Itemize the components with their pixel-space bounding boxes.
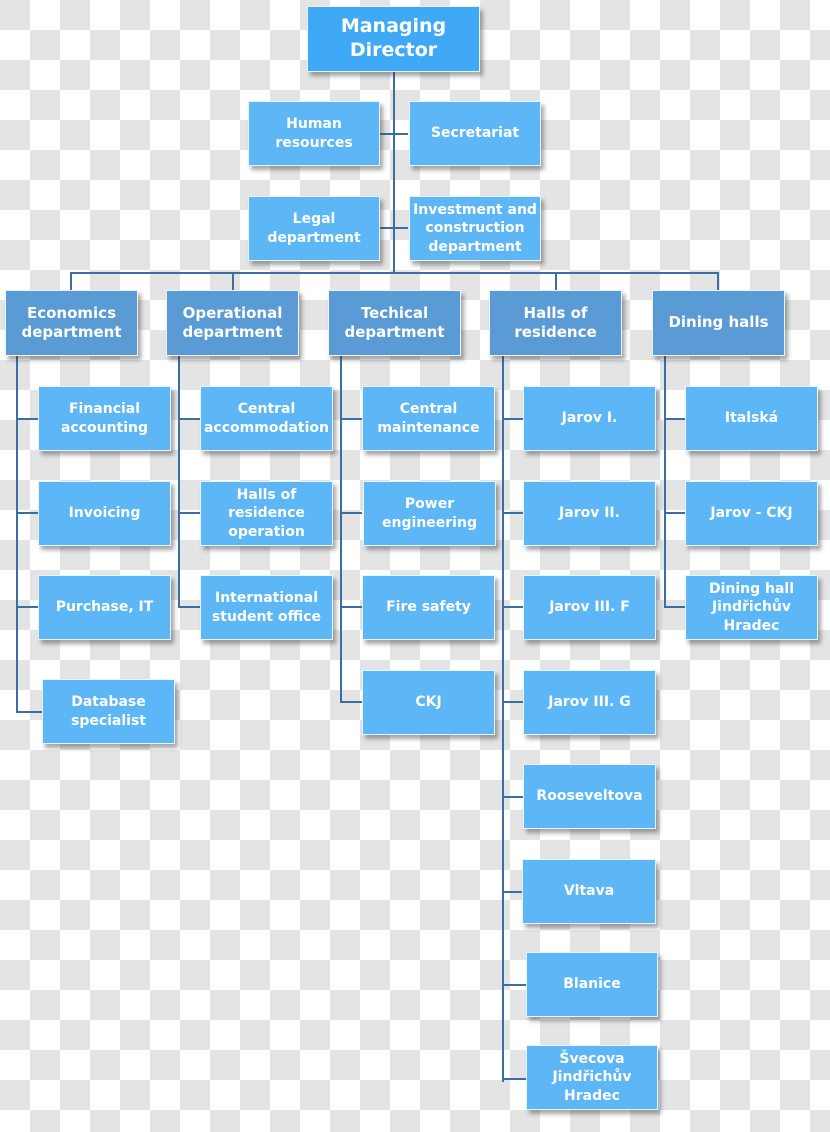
- staff-connector-legal-investment: [380, 227, 408, 229]
- node-label: CKJ: [415, 694, 442, 711]
- dept-operational: Operational department: [166, 290, 299, 356]
- unit-blanice: Blanice: [526, 952, 658, 1017]
- unit-jarov-3g: Jarov III. G: [523, 670, 656, 735]
- unit-database-specialist: Database specialist: [42, 679, 175, 744]
- dept-drop-halls: [555, 272, 557, 290]
- node-label: Operational department: [182, 303, 283, 342]
- branch: [340, 512, 362, 514]
- branch: [502, 1078, 526, 1080]
- unit-vltava: Vltava: [522, 859, 656, 924]
- root-trunk-connector: [393, 72, 395, 274]
- unit-svecova-jindrichuv-hradec: Švecova Jindřichův Hradec: [526, 1045, 658, 1110]
- unit-jarov-3f: Jarov III. F: [523, 575, 656, 640]
- branch: [502, 984, 526, 986]
- node-label: Blanice: [563, 976, 621, 993]
- node-label: Secretariat: [430, 125, 520, 142]
- unit-jarov-1: Jarov I.: [523, 386, 656, 451]
- branch: [502, 891, 524, 893]
- branch: [502, 512, 524, 514]
- dept-drop-dining: [717, 272, 719, 290]
- department-bus-connector: [70, 272, 719, 274]
- branch: [178, 512, 200, 514]
- branch: [502, 606, 524, 608]
- node-label: Economics department: [21, 303, 122, 342]
- branch: [664, 512, 686, 514]
- node-label: Managing Director: [340, 15, 447, 61]
- staff-connector-hr-secretariat: [380, 133, 408, 135]
- branch: [16, 418, 38, 420]
- unit-international-student-office: International student office: [200, 575, 333, 640]
- unit-jarov-2: Jarov II.: [523, 481, 656, 546]
- branch: [16, 711, 42, 713]
- branch: [178, 606, 200, 608]
- node-label: Purchase, IT: [55, 599, 154, 616]
- halls-spine: [502, 356, 504, 1082]
- node-label: Legal department: [267, 211, 361, 246]
- node-label: Invoicing: [68, 505, 141, 522]
- node-label: Jarov I.: [561, 410, 618, 427]
- node-label: Halls of residence operation: [228, 487, 305, 540]
- node-label: Rooseveltova: [536, 788, 643, 805]
- unit-invoicing: Invoicing: [38, 481, 171, 546]
- node-investment-construction: Investment and construction department: [409, 196, 541, 261]
- node-label: Investment and construction department: [413, 202, 537, 255]
- unit-central-accommodation: Central accommodation: [200, 386, 333, 451]
- branch: [16, 512, 38, 514]
- dept-drop-economics: [70, 272, 72, 290]
- branch: [16, 606, 38, 608]
- node-label: Italská: [724, 410, 779, 427]
- node-label: Vltava: [563, 883, 615, 900]
- unit-jarov-ckj: Jarov - CKJ: [685, 481, 818, 546]
- branch: [502, 701, 524, 703]
- node-legal-department: Legal department: [248, 196, 380, 261]
- node-secretariat: Secretariat: [409, 101, 541, 166]
- dept-technical: Techical department: [328, 290, 461, 356]
- branch: [340, 606, 362, 608]
- economics-spine: [16, 356, 18, 713]
- branch: [340, 418, 362, 420]
- node-label: Financial accounting: [60, 401, 149, 436]
- node-managing-director: Managing Director: [307, 6, 480, 72]
- node-label: Švecova Jindřichův Hradec: [552, 1051, 632, 1104]
- unit-rooseveltova: Rooseveltova: [523, 764, 656, 829]
- dept-economics: Economics department: [5, 290, 138, 356]
- dept-halls-of-residence: Halls of residence: [489, 290, 622, 356]
- node-label: Dining hall Jindřichův Hradec: [708, 581, 795, 634]
- node-label: Jarov - CKJ: [710, 505, 793, 522]
- node-human-resources: Human resources: [248, 101, 380, 166]
- unit-ckj: CKJ: [362, 670, 495, 735]
- node-label: Jarov III. G: [548, 694, 631, 711]
- node-label: Dining halls: [668, 313, 769, 332]
- node-label: Jarov III. F: [549, 599, 630, 616]
- node-label: International student office: [211, 590, 322, 625]
- unit-halls-of-residence-operation: Halls of residence operation: [200, 481, 333, 546]
- node-label: Central accommodation: [203, 401, 329, 436]
- branch: [340, 701, 362, 703]
- unit-fire-safety: Fire safety: [362, 575, 495, 640]
- node-label: Halls of residence: [514, 303, 597, 342]
- dining-spine: [664, 356, 666, 608]
- node-label: Human resources: [275, 116, 353, 151]
- dept-drop-operational: [232, 272, 234, 290]
- branch: [664, 606, 686, 608]
- node-label: Central maintenance: [377, 401, 480, 436]
- branch: [178, 418, 200, 420]
- node-label: Techical department: [344, 303, 445, 342]
- branch: [502, 418, 524, 420]
- unit-central-maintenance: Central maintenance: [362, 386, 495, 451]
- node-label: Database specialist: [70, 694, 147, 729]
- branch: [502, 796, 524, 798]
- dept-dining-halls: Dining halls: [652, 290, 785, 356]
- unit-power-engineering: Power engineering: [363, 481, 496, 546]
- node-label: Jarov II.: [559, 505, 620, 522]
- unit-purchase-it: Purchase, IT: [38, 575, 171, 640]
- technical-spine: [340, 356, 342, 703]
- unit-italska: Italská: [685, 386, 818, 451]
- unit-dining-hall-jindrichuv-hradec: Dining hall Jindřichův Hradec: [685, 575, 818, 640]
- node-label: Fire safety: [386, 599, 471, 616]
- branch: [664, 418, 686, 420]
- node-label: Power engineering: [382, 496, 477, 531]
- operational-spine: [178, 356, 180, 608]
- unit-financial-accounting: Financial accounting: [38, 386, 171, 451]
